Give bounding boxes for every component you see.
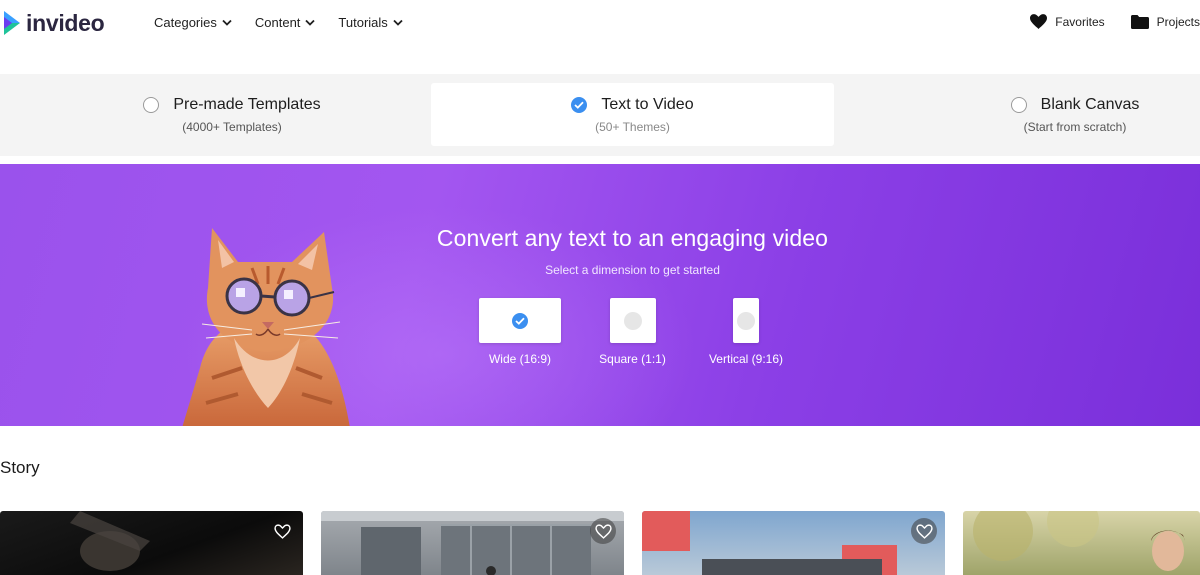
dimension-wide[interactable]: Wide (16:9) bbox=[479, 298, 561, 366]
dimension-label: Square (1:1) bbox=[599, 352, 666, 366]
template-thumbnail-person-in-park bbox=[973, 511, 1185, 571]
template-thumbnail-glass-building-entrance bbox=[321, 511, 624, 575]
favorites-link[interactable]: Favorites bbox=[1030, 14, 1105, 29]
template-card[interactable] bbox=[321, 511, 624, 575]
check-circle-icon bbox=[512, 312, 528, 329]
mode-text-to-video[interactable]: Text to Video (50+ Themes) bbox=[431, 83, 834, 146]
dimension-vertical-preview bbox=[733, 298, 759, 343]
dimension-square[interactable]: Square (1:1) bbox=[591, 298, 674, 366]
nav-tutorials-label: Tutorials bbox=[338, 15, 388, 30]
banner-title: Convert any text to an engaging video bbox=[436, 225, 829, 251]
invideo-logo[interactable]: invideo bbox=[2, 8, 105, 38]
dimension-label: Vertical (9:16) bbox=[708, 352, 784, 366]
creation-mode-selector: Pre-made Templates (4000+ Templates) Tex… bbox=[0, 74, 1200, 156]
favorite-button[interactable] bbox=[911, 518, 937, 544]
template-thumbnail-dark-close-up bbox=[70, 511, 150, 571]
dimension-label: Wide (16:9) bbox=[488, 352, 552, 366]
main-nav: Categories Content Tutorials bbox=[154, 15, 426, 30]
radio-unchecked-icon bbox=[623, 311, 642, 330]
folder-icon bbox=[1130, 14, 1149, 29]
mode-blank-canvas[interactable]: Blank Canvas (Start from scratch) bbox=[983, 83, 1167, 146]
nav-content[interactable]: Content bbox=[255, 15, 316, 30]
banner-subtitle: Select a dimension to get started bbox=[545, 263, 720, 277]
chevron-down-icon bbox=[222, 19, 232, 26]
template-thumbnail-street-with-red-sign bbox=[642, 511, 897, 575]
favorite-button[interactable] bbox=[590, 518, 616, 544]
mode-subtitle: (50+ Themes) bbox=[595, 119, 670, 134]
mode-subtitle: (4000+ Templates) bbox=[182, 119, 282, 134]
template-card[interactable] bbox=[642, 511, 945, 575]
top-navigation: invideo Categories Content Tutorials Fav… bbox=[0, 0, 1200, 48]
text-to-video-banner: Convert any text to an engaging video Se… bbox=[0, 164, 1200, 426]
heart-outline-icon bbox=[273, 523, 291, 539]
heart-outline-icon bbox=[594, 523, 612, 539]
dimension-wide-preview bbox=[479, 298, 561, 343]
mode-title: Pre-made Templates bbox=[173, 95, 321, 113]
dimension-vertical[interactable]: Vertical (9:16) bbox=[698, 298, 794, 366]
nav-categories-label: Categories bbox=[154, 15, 217, 30]
heart-outline-icon bbox=[915, 523, 933, 539]
brand-name: invideo bbox=[26, 9, 105, 36]
mode-premade-templates[interactable]: Pre-made Templates (4000+ Templates) bbox=[116, 83, 348, 146]
chevron-down-icon bbox=[305, 19, 316, 26]
invideo-logo-icon bbox=[4, 11, 20, 35]
radio-unchecked-icon bbox=[737, 311, 755, 330]
projects-label: Projects bbox=[1156, 14, 1200, 29]
user-nav: Favorites Projects bbox=[1030, 14, 1200, 29]
mode-title: Blank Canvas bbox=[1040, 95, 1140, 113]
nav-tutorials[interactable]: Tutorials bbox=[338, 15, 403, 30]
radio-unchecked-icon bbox=[143, 96, 160, 113]
favorite-button[interactable] bbox=[269, 518, 295, 544]
mode-title: Text to Video bbox=[601, 95, 694, 113]
chevron-down-icon bbox=[393, 19, 403, 26]
projects-link[interactable]: Projects bbox=[1130, 14, 1200, 29]
mode-subtitle: (Start from scratch) bbox=[1023, 119, 1127, 134]
radio-checked-icon bbox=[571, 96, 588, 113]
favorites-label: Favorites bbox=[1055, 14, 1105, 29]
heart-icon bbox=[1030, 14, 1048, 29]
nav-categories[interactable]: Categories bbox=[154, 15, 232, 30]
radio-unchecked-icon bbox=[1010, 96, 1027, 113]
dimension-square-preview bbox=[609, 298, 656, 343]
template-card[interactable] bbox=[0, 511, 303, 575]
template-card[interactable] bbox=[963, 511, 1200, 575]
section-title-story: Story bbox=[0, 458, 40, 477]
nav-content-label: Content bbox=[254, 15, 301, 30]
